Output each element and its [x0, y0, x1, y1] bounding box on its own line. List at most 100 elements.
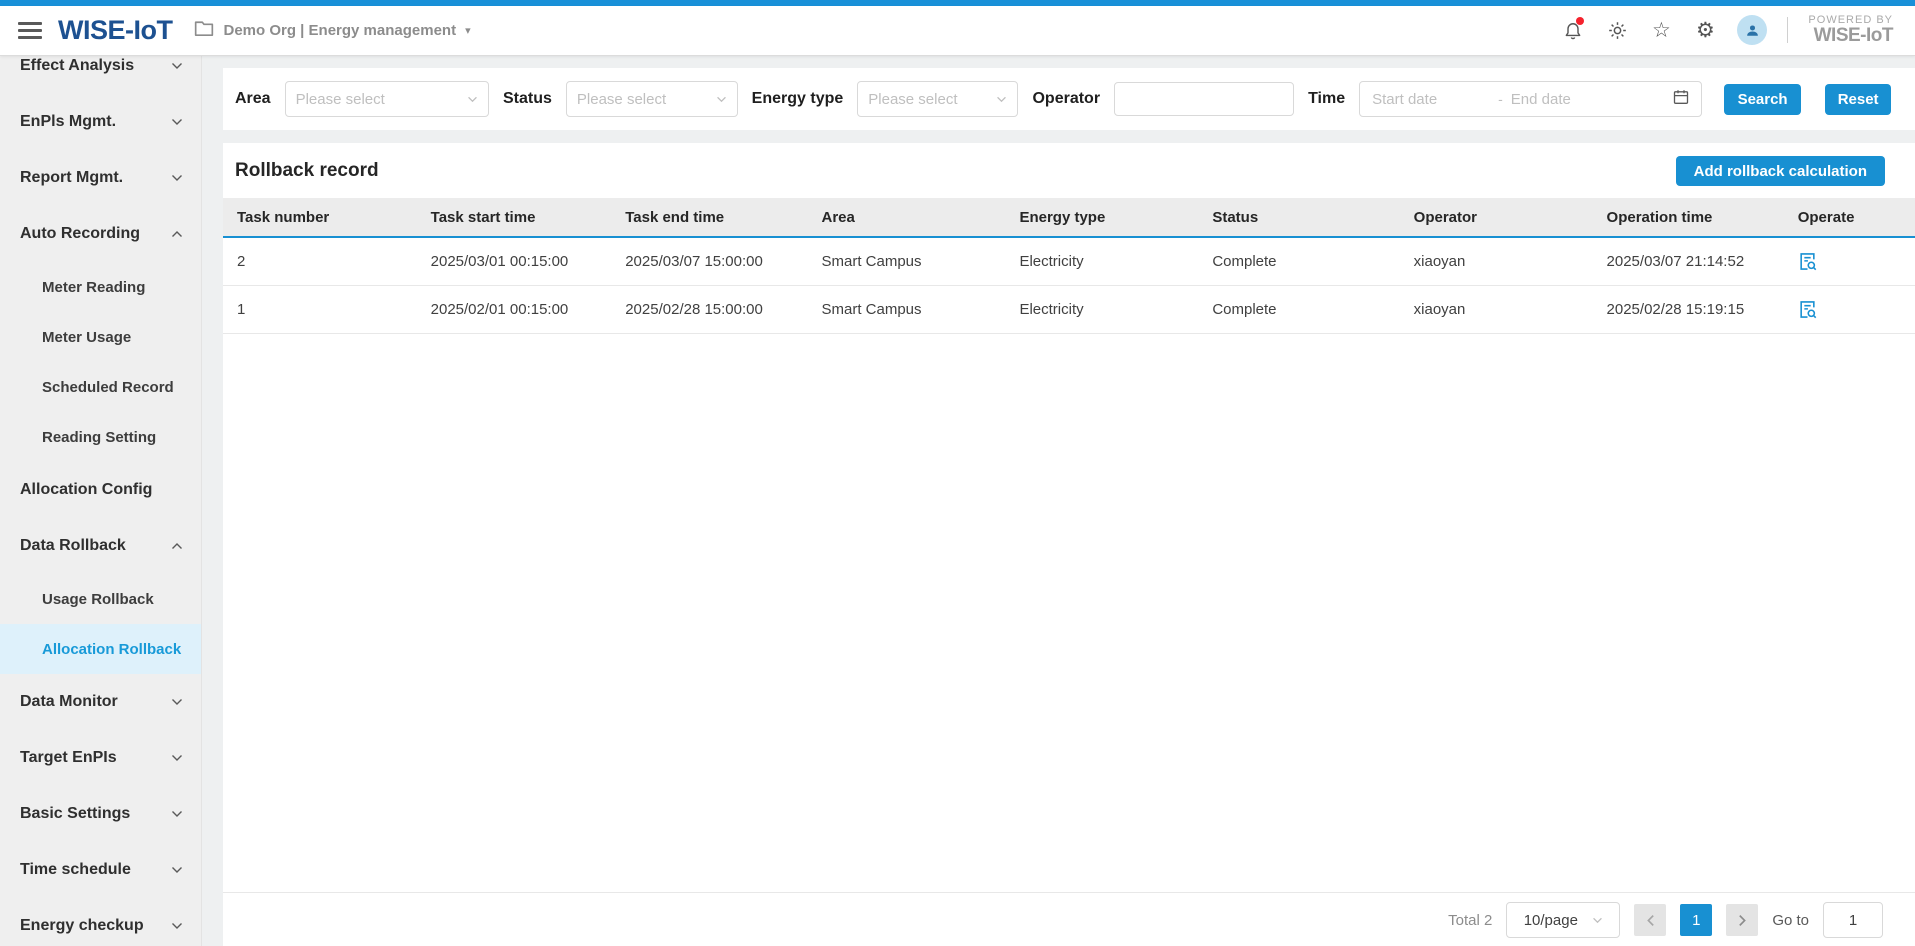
chevron-down-icon: [171, 922, 183, 930]
page-size-select[interactable]: 10/page: [1506, 902, 1620, 938]
cell-operation-time: 2025/02/28 15:19:15: [1599, 286, 1790, 334]
sidebar-item-label: Allocation Config: [20, 481, 152, 499]
table-row: 22025/03/01 00:15:002025/03/07 15:00:00S…: [223, 237, 1915, 286]
sidebar-item-meter-reading[interactable]: Meter Reading: [0, 262, 201, 312]
search-button[interactable]: Search: [1724, 84, 1801, 115]
app-logo: WISE-IoT: [58, 15, 172, 46]
chevron-down-icon: [171, 810, 183, 818]
column-header-task-number: Task number: [223, 198, 423, 237]
area-select[interactable]: Please select: [285, 81, 489, 117]
favorite-star-icon[interactable]: ☆: [1649, 18, 1673, 42]
table-row: 12025/02/01 00:15:002025/02/28 15:00:00S…: [223, 286, 1915, 334]
sidebar-item-auto-recording[interactable]: Auto Recording: [0, 206, 201, 262]
chevron-down-icon: [171, 866, 183, 874]
goto-page-input[interactable]: [1823, 902, 1883, 938]
sidebar-item-label: Data Rollback: [20, 537, 126, 555]
table-header-row: Task numberTask start timeTask end timeA…: [223, 198, 1915, 237]
cell-task-end-time: 2025/02/28 15:00:00: [617, 286, 813, 334]
area-filter-label: Area: [235, 90, 271, 108]
sidebar-item-label: Meter Reading: [42, 279, 145, 296]
sidebar-item-usage-rollback[interactable]: Usage Rollback: [0, 574, 201, 624]
sidebar-item-label: Usage Rollback: [42, 591, 154, 608]
sidebar-item-basic-settings[interactable]: Basic Settings: [0, 786, 201, 842]
sidebar-item-time-schedule[interactable]: Time schedule: [0, 842, 201, 898]
next-page-button[interactable]: [1726, 904, 1758, 936]
powered-by-logo: POWERED BY WISE-IoT: [1808, 15, 1893, 46]
cell-energy-type: Electricity: [1011, 286, 1204, 334]
org-folder-icon: [194, 20, 214, 42]
chevron-down-icon: [171, 118, 183, 126]
end-date-placeholder: End date: [1511, 91, 1665, 108]
sidebar-list: Effect AnalysisEnPls Mgmt. Report Mgmt. Au…: [0, 56, 201, 946]
sidebar-item-effect-analysis[interactable]: Effect Analysis: [0, 56, 201, 94]
sidebar-item-label: Reading Setting: [42, 429, 156, 446]
date-range-separator: -: [1498, 91, 1503, 107]
sidebar-item-label: Target EnPIs: [20, 749, 117, 767]
filter-bar: Area Please select Status Please select …: [223, 68, 1915, 130]
energy-type-select-placeholder: Please select: [868, 91, 996, 108]
header-divider: [1787, 17, 1788, 43]
chevron-down-icon: [1592, 917, 1603, 924]
chevron-down-icon: [171, 754, 183, 762]
cell-status: Complete: [1204, 237, 1405, 286]
start-date-placeholder: Start date: [1372, 91, 1490, 108]
column-header-task-start-time: Task start time: [423, 198, 618, 237]
notification-bell-icon[interactable]: [1561, 18, 1585, 42]
time-filter-label: Time: [1308, 90, 1345, 108]
page-number-1[interactable]: 1: [1680, 904, 1712, 936]
status-select[interactable]: Please select: [566, 81, 738, 117]
cell-task-start-time: 2025/03/01 00:15:00: [423, 237, 618, 286]
chevron-down-icon: [171, 698, 183, 706]
cell-task-end-time: 2025/03/07 15:00:00: [617, 237, 813, 286]
cell-operator: xiaoyan: [1406, 237, 1599, 286]
area-select-placeholder: Please select: [296, 91, 467, 108]
chevron-up-icon: [171, 230, 183, 238]
cell-status: Complete: [1204, 286, 1405, 334]
pagination-bar: Total 2 10/page 1 Go to: [223, 892, 1915, 946]
sidebar-item-scheduled-record[interactable]: Scheduled Record: [0, 362, 201, 412]
view-record-icon[interactable]: [1798, 300, 1817, 319]
add-rollback-calculation-button[interactable]: Add rollback calculation: [1676, 156, 1885, 186]
energy-type-select[interactable]: Please select: [857, 81, 1018, 117]
sidebar-item-energy-checkup[interactable]: Energy checkup: [0, 898, 201, 946]
sidebar-item-meter-usage[interactable]: Meter Usage: [0, 312, 201, 362]
cell-operator: xiaoyan: [1406, 286, 1599, 334]
cell-area: Smart Campus: [813, 237, 1011, 286]
sidebar-item-label: Data Monitor: [20, 693, 118, 711]
view-record-icon[interactable]: [1798, 252, 1817, 271]
sidebar-item-allocation-config[interactable]: Allocation Config: [0, 462, 201, 518]
operator-input[interactable]: [1114, 82, 1294, 116]
menu-icon[interactable]: [18, 22, 42, 39]
column-header-area: Area: [813, 198, 1011, 237]
table-body: 22025/03/01 00:15:002025/03/07 15:00:00S…: [223, 237, 1915, 334]
sidebar-item-label: Basic Settings: [20, 805, 130, 823]
prev-page-button[interactable]: [1634, 904, 1666, 936]
main-content: Area Please select Status Please select …: [202, 56, 1915, 946]
brightness-icon[interactable]: [1605, 18, 1629, 42]
sidebar-item-report-mgmt[interactable]: Report Mgmt.: [0, 150, 201, 206]
time-range-picker[interactable]: Start date - End date: [1359, 81, 1702, 117]
reset-button[interactable]: Reset: [1825, 84, 1891, 115]
section-title: Rollback record: [235, 160, 379, 182]
org-selector[interactable]: Demo Org | Energy management ▾: [194, 20, 470, 42]
status-select-placeholder: Please select: [577, 91, 716, 108]
chevron-left-icon: [1646, 914, 1655, 927]
sidebar-item-target-enpis[interactable]: Target EnPIs: [0, 730, 201, 786]
sidebar-item-data-monitor[interactable]: Data Monitor: [0, 674, 201, 730]
chevron-down-icon: [716, 96, 727, 103]
sidebar-item-allocation-rollback[interactable]: Allocation Rollback: [0, 624, 201, 674]
calendar-icon: [1673, 89, 1689, 110]
sidebar-item-reading-setting[interactable]: Reading Setting: [0, 412, 201, 462]
avatar[interactable]: [1737, 15, 1767, 45]
cell-task-number: 1: [223, 286, 423, 334]
sidebar-item-enpls-mgmt[interactable]: EnPls Mgmt.: [0, 94, 201, 150]
settings-gear-icon[interactable]: ⚙: [1693, 18, 1717, 42]
goto-label: Go to: [1772, 912, 1809, 929]
sidebar-item-label: Meter Usage: [42, 329, 131, 346]
cell-area: Smart Campus: [813, 286, 1011, 334]
sidebar-item-data-rollback[interactable]: Data Rollback: [0, 518, 201, 574]
cell-task-start-time: 2025/02/01 00:15:00: [423, 286, 618, 334]
sidebar-item-label: Report Mgmt.: [20, 169, 123, 187]
chevron-down-icon: [996, 96, 1007, 103]
energy-type-filter-label: Energy type: [752, 90, 844, 108]
